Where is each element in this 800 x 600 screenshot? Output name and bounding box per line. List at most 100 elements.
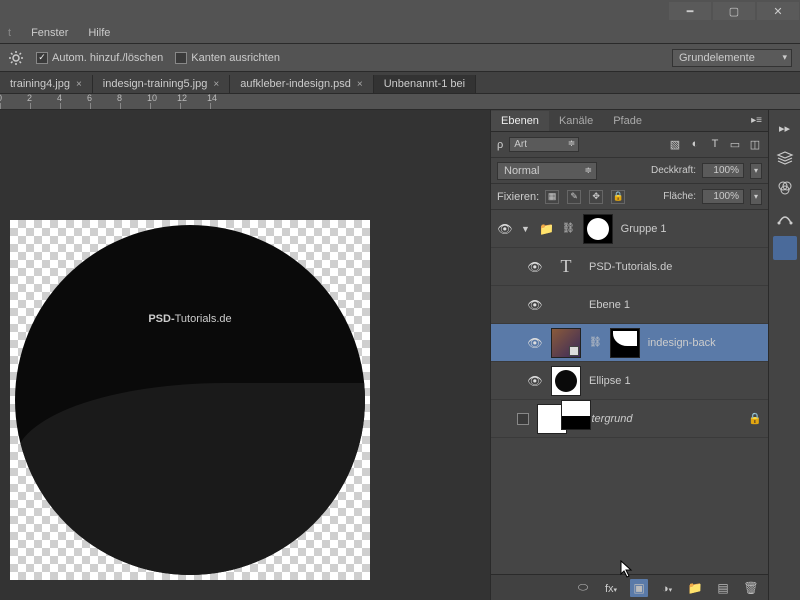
dock-channels-icon[interactable]	[773, 176, 797, 200]
opacity-input[interactable]: 100%	[702, 163, 744, 178]
align-edges-label: Kanten ausrichten	[191, 52, 280, 64]
ruler-tick: 14	[207, 94, 217, 103]
layers-panel-footer: ⬭ fx▾ ▣ ◑▾ 📁 ▤ 🗑	[491, 574, 768, 600]
mask-thumbnail[interactable]	[583, 214, 613, 244]
fill-input[interactable]: 100%	[702, 189, 744, 204]
link-icon: ⛓	[589, 337, 602, 348]
layer-thumbnail[interactable]	[561, 400, 591, 430]
visibility-icon[interactable]: 👁	[527, 374, 543, 388]
chevron-down-icon[interactable]: ▼	[521, 224, 531, 234]
close-icon[interactable]: ×	[213, 79, 219, 90]
new-group-icon[interactable]: 📁	[686, 581, 704, 595]
lock-transparency-icon[interactable]: ▦	[545, 190, 559, 204]
filter-kind-select[interactable]: Art	[509, 137, 579, 152]
tab-pfade[interactable]: Pfade	[603, 111, 652, 131]
adjustment-layer-icon[interactable]: ◑▾	[658, 581, 676, 595]
layer-row-smart[interactable]: 👁 ⛓ indesign-back	[491, 324, 768, 362]
doc-tab-label: indesign-training5.jpg	[103, 78, 208, 90]
mask-thumbnail[interactable]	[610, 328, 640, 358]
visibility-off-icon[interactable]	[517, 413, 529, 425]
close-icon[interactable]: ×	[76, 79, 82, 90]
horizontal-ruler: 0 2 4 6 8 10 12 14	[0, 94, 800, 110]
collapsed-dock: ▸▸	[768, 110, 800, 600]
preset-dropdown[interactable]: Grundelemente	[672, 49, 792, 67]
artwork-disc: PSD-Tutorials.de	[15, 225, 365, 575]
dock-active-panel-icon[interactable]	[773, 236, 797, 260]
filter-adjust-icon[interactable]: ◐	[688, 138, 702, 151]
delete-layer-icon[interactable]: 🗑	[742, 581, 760, 595]
text-layer-icon: T	[551, 252, 581, 282]
ruler-tick: 6	[87, 94, 92, 103]
layer-filter-row: ρ Art ▧ ◐ T ▭ ◫	[491, 132, 768, 158]
visibility-icon[interactable]: 👁	[497, 222, 513, 236]
menu-bar: t Fenster Hilfe	[0, 22, 800, 44]
layer-row-pixel[interactable]: 👁 Ebene 1	[491, 286, 768, 324]
artwork-wave	[15, 383, 365, 576]
dock-expand-icon[interactable]: ▸▸	[773, 116, 797, 140]
layers-panel: Ebenen Kanäle Pfade ▸≡ ρ Art ▧ ◐ T ▭ ◫ N…	[490, 110, 768, 600]
lock-label: Fixieren:	[497, 191, 539, 203]
filter-kind-icon: ρ	[497, 139, 503, 151]
maximize-button[interactable]: ▢	[713, 2, 755, 20]
lock-all-icon[interactable]: 🔒	[611, 190, 625, 204]
shape-thumbnail[interactable]	[551, 366, 581, 396]
new-layer-icon[interactable]: ▤	[714, 581, 732, 595]
link-icon: ⛓	[562, 223, 575, 234]
blend-mode-select[interactable]: Normal	[497, 162, 597, 180]
minimize-button[interactable]: ━	[669, 2, 711, 20]
ruler-tick: 10	[147, 94, 157, 103]
blend-mode-row: Normal Deckkraft: 100% ▾	[491, 158, 768, 184]
doc-tab-2[interactable]: indesign-training5.jpg ×	[93, 75, 230, 93]
menu-hilfe[interactable]: Hilfe	[88, 27, 110, 39]
layer-name[interactable]: Ellipse 1	[589, 375, 631, 387]
dock-layers-icon[interactable]	[773, 146, 797, 170]
visibility-icon[interactable]: 👁	[527, 260, 543, 274]
doc-tab-4[interactable]: Unbenannt-1 bei	[374, 75, 476, 93]
gear-icon[interactable]	[8, 50, 24, 66]
filter-shape-icon[interactable]: ▭	[728, 138, 742, 151]
layer-fx-icon[interactable]: fx▾	[602, 581, 620, 595]
doc-tab-1[interactable]: training4.jpg×	[0, 75, 93, 93]
layer-name[interactable]: indesign-back	[648, 337, 716, 349]
tab-ebenen[interactable]: Ebenen	[491, 111, 549, 131]
opacity-caret[interactable]: ▾	[750, 163, 762, 179]
layer-list: 👁 ▼ 📁 ⛓ Gruppe 1 👁 T PSD-Tutorials.de 👁 …	[491, 210, 768, 574]
smart-object-thumbnail[interactable]	[551, 328, 581, 358]
visibility-icon[interactable]: 👁	[527, 336, 543, 350]
menu-truncated: t	[8, 27, 11, 39]
canvas-area[interactable]: PSD-Tutorials.de	[0, 110, 490, 600]
menu-fenster[interactable]: Fenster	[31, 27, 68, 39]
ruler-tick: 8	[117, 94, 122, 103]
lock-pixels-icon[interactable]: ✎	[567, 190, 581, 204]
auto-add-checkbox[interactable]	[36, 52, 48, 64]
ruler-tick: 2	[27, 94, 32, 103]
ruler-tick: 12	[177, 94, 187, 103]
lock-icon: 🔒	[748, 412, 762, 425]
filter-text-icon[interactable]: T	[708, 138, 722, 151]
panel-menu-icon[interactable]: ▸≡	[745, 115, 768, 126]
dock-paths-icon[interactable]	[773, 206, 797, 230]
layer-row-shape[interactable]: 👁 Ellipse 1	[491, 362, 768, 400]
lock-position-icon[interactable]: ✥	[589, 190, 603, 204]
filter-smart-icon[interactable]: ◫	[748, 138, 762, 151]
document-tab-bar: training4.jpg× indesign-training5.jpg × a…	[0, 72, 800, 94]
close-button[interactable]: ✕	[757, 2, 799, 20]
link-layers-icon[interactable]: ⬭	[574, 580, 592, 595]
layer-name[interactable]: PSD-Tutorials.de	[589, 261, 672, 273]
layer-name[interactable]: Ebene 1	[589, 299, 630, 311]
doc-tab-3[interactable]: aufkleber-indesign.psd ×	[230, 75, 374, 93]
fill-caret[interactable]: ▾	[750, 189, 762, 205]
panel-tab-strip: Ebenen Kanäle Pfade ▸≡	[491, 110, 768, 132]
filter-pixel-icon[interactable]: ▧	[668, 138, 682, 151]
doc-tab-label: aufkleber-indesign.psd	[240, 78, 351, 90]
close-icon[interactable]: ×	[357, 79, 363, 90]
layer-row-text[interactable]: 👁 T PSD-Tutorials.de	[491, 248, 768, 286]
visibility-icon[interactable]: 👁	[527, 298, 543, 312]
tab-kanale[interactable]: Kanäle	[549, 111, 603, 131]
ruler-tick: 0	[0, 94, 2, 103]
add-mask-icon[interactable]: ▣	[630, 579, 648, 597]
layer-row-background[interactable]: 👁 Hintergrund 🔒	[491, 400, 768, 438]
layer-row-group[interactable]: 👁 ▼ 📁 ⛓ Gruppe 1	[491, 210, 768, 248]
align-edges-checkbox[interactable]	[175, 52, 187, 64]
layer-name[interactable]: Gruppe 1	[621, 223, 667, 235]
